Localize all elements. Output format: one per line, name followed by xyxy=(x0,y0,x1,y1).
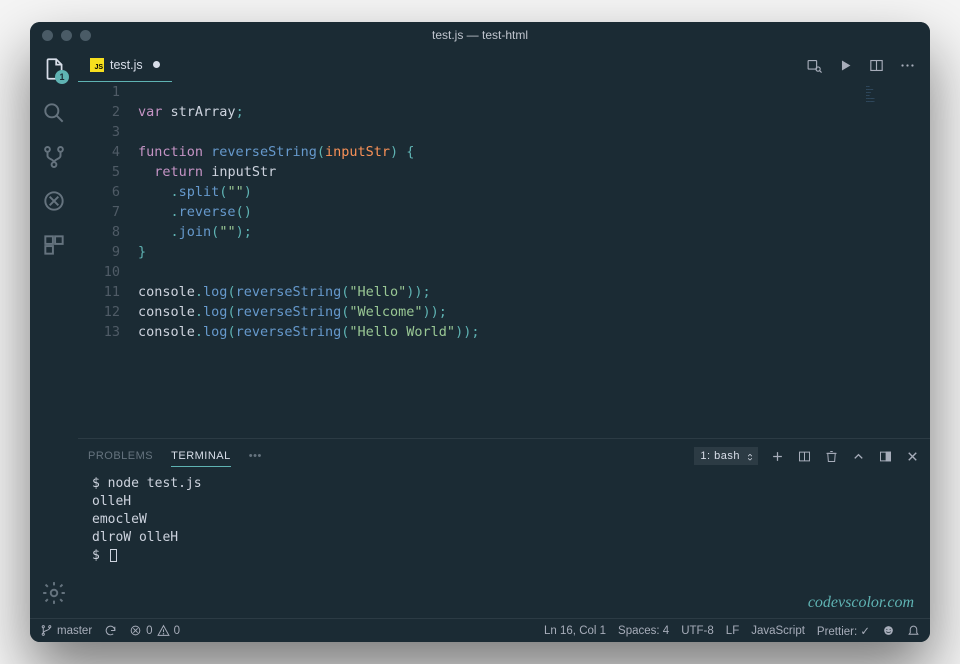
code-content[interactable]: var strArray; function reverseString(inp… xyxy=(138,82,930,438)
editor-area: JS test.js 12345678910111213 var strArra… xyxy=(78,48,930,618)
status-cursor-pos[interactable]: Ln 16, Col 1 xyxy=(544,625,606,637)
window-title: test.js — test-html xyxy=(30,28,930,42)
split-editor-icon[interactable] xyxy=(868,57,885,74)
status-bar: master 0 0 Ln 16, Col 1 Spaces: 4 UTF-8 … xyxy=(30,618,930,642)
settings-gear-icon[interactable] xyxy=(41,580,67,606)
status-problems[interactable]: 0 0 xyxy=(129,624,180,637)
status-feedback-icon[interactable] xyxy=(882,624,895,637)
bottom-panel: PROBLEMS TERMINAL ••• 1: bash $ node tes… xyxy=(78,438,930,618)
status-indentation[interactable]: Spaces: 4 xyxy=(618,625,669,637)
new-terminal-icon[interactable] xyxy=(770,449,785,464)
extensions-icon[interactable] xyxy=(41,232,67,258)
search-icon[interactable] xyxy=(41,100,67,126)
toggle-panel-icon[interactable] xyxy=(878,449,893,464)
dirty-indicator-icon xyxy=(153,61,160,68)
warning-icon xyxy=(157,624,170,637)
branch-icon xyxy=(40,624,53,637)
vscode-window: test.js — test-html 1 xyxy=(30,22,930,642)
explorer-icon[interactable]: 1 xyxy=(41,56,67,82)
code-editor[interactable]: 12345678910111213 var strArray; function… xyxy=(78,82,930,438)
sync-icon xyxy=(104,624,117,637)
split-terminal-icon[interactable] xyxy=(797,449,812,464)
javascript-file-icon: JS xyxy=(90,58,104,72)
run-icon[interactable] xyxy=(837,57,854,74)
source-control-icon[interactable] xyxy=(41,144,67,170)
terminal-output[interactable]: $ node test.jsolleHemocleWdlroW olleH$ c… xyxy=(78,473,930,618)
line-number-gutter: 12345678910111213 xyxy=(78,82,138,438)
panel-tab-more-icon[interactable]: ••• xyxy=(249,446,262,466)
titlebar: test.js — test-html xyxy=(30,22,930,48)
kill-terminal-icon[interactable] xyxy=(824,449,839,464)
editor-actions xyxy=(806,57,930,74)
terminal-selector[interactable]: 1: bash xyxy=(694,450,758,462)
watermark: codevscolor.com xyxy=(808,594,914,612)
status-language[interactable]: JavaScript xyxy=(751,625,805,637)
minimap[interactable]: ▬▬▬▬▬▬▬▬▬▬▬▬▬▬▬▬▬▬▬▬▬▬▬▬▬▬▬▬▬▬ xyxy=(866,86,926,126)
explorer-badge: 1 xyxy=(55,70,69,84)
panel-tab-bar: PROBLEMS TERMINAL ••• 1: bash xyxy=(78,439,930,473)
panel-tab-terminal[interactable]: TERMINAL xyxy=(171,446,231,467)
find-replace-icon[interactable] xyxy=(806,57,823,74)
status-encoding[interactable]: UTF-8 xyxy=(681,625,714,637)
close-panel-icon[interactable] xyxy=(905,449,920,464)
tab-filename: test.js xyxy=(110,58,143,72)
maximize-panel-icon[interactable] xyxy=(851,449,866,464)
debug-icon[interactable] xyxy=(41,188,67,214)
tab-test-js[interactable]: JS test.js xyxy=(78,48,172,82)
status-prettier[interactable]: Prettier: ✓ xyxy=(817,624,870,638)
status-notifications-icon[interactable] xyxy=(907,624,920,637)
status-sync[interactable] xyxy=(104,624,117,637)
status-eol[interactable]: LF xyxy=(726,625,739,637)
main-area: 1 JS test.js xyxy=(30,48,930,618)
tab-bar: JS test.js xyxy=(78,48,930,82)
panel-tab-problems[interactable]: PROBLEMS xyxy=(88,446,153,466)
status-branch[interactable]: master xyxy=(40,624,92,637)
more-actions-icon[interactable] xyxy=(899,57,916,74)
activity-bar: 1 xyxy=(30,48,78,618)
error-icon xyxy=(129,624,142,637)
